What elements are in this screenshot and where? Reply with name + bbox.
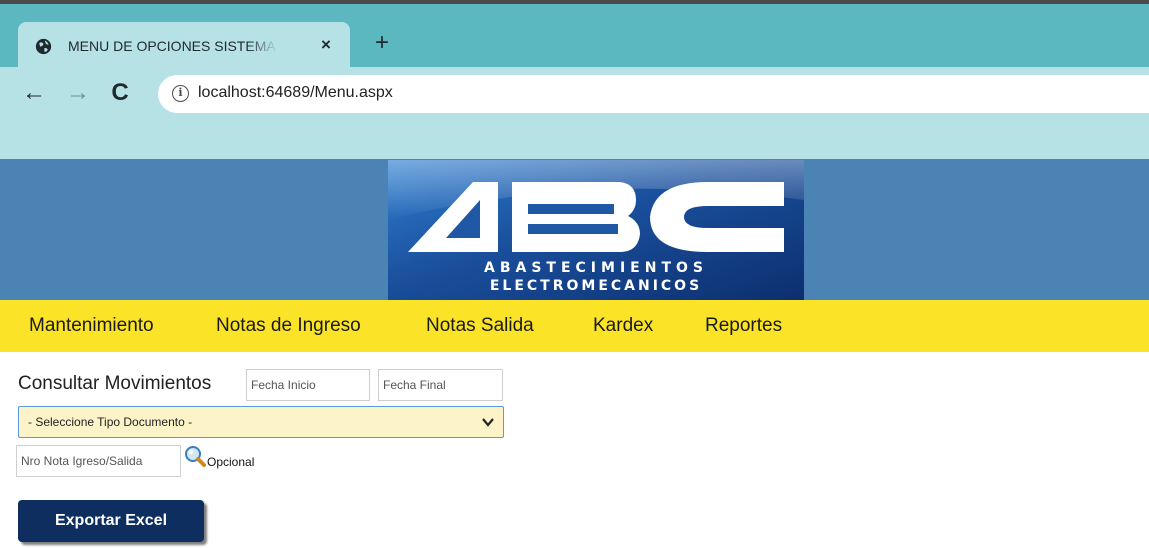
menu-item-reportes[interactable]: Reportes [705, 315, 782, 337]
browser-toolbar: ← → C i localhost:64689/Menu.aspx [0, 67, 1149, 159]
main-menu-bar: Mantenimiento Notas de Ingreso Notas Sal… [0, 300, 1149, 352]
close-icon[interactable]: × [316, 35, 336, 55]
menu-item-notas-ingreso[interactable]: Notas de Ingreso [216, 315, 361, 337]
back-arrow-icon[interactable]: ← [20, 79, 48, 107]
abc-logo: ABASTECIMIENTOS ELECTROMECANICOS [388, 160, 804, 300]
tab-title: MENU DE OPCIONES SISTEMA LUBRI [68, 38, 278, 54]
svg-text:ABASTECIMIENTOS: ABASTECIMIENTOS [484, 260, 708, 276]
url-text[interactable]: localhost:64689/Menu.aspx [198, 84, 393, 102]
browser-tab[interactable]: MENU DE OPCIONES SISTEMA LUBRI × [18, 22, 350, 71]
fecha-final-input[interactable] [378, 369, 503, 401]
search-icon[interactable] [184, 445, 206, 467]
globe-icon [35, 38, 52, 55]
opcional-label: Opcional [207, 455, 255, 469]
menu-item-mantenimiento[interactable]: Mantenimiento [29, 315, 154, 337]
plus-icon[interactable]: + [370, 31, 394, 55]
tipo-documento-select[interactable]: - Seleccione Tipo Documento - [18, 406, 504, 438]
forward-arrow-icon[interactable]: → [64, 79, 92, 107]
fecha-inicio-input[interactable] [246, 369, 370, 401]
svg-text:ELECTROMECANICOS: ELECTROMECANICOS [490, 278, 702, 294]
menu-item-notas-salida[interactable]: Notas Salida [426, 315, 534, 337]
info-icon[interactable]: i [172, 85, 189, 102]
reload-icon[interactable]: C [106, 79, 134, 107]
tipo-documento-selected: - Seleccione Tipo Documento - [28, 415, 193, 429]
form-title: Consultar Movimientos [18, 373, 212, 394]
browser-tabstrip: MENU DE OPCIONES SISTEMA LUBRI × + [0, 0, 1149, 71]
address-bar[interactable]: i localhost:64689/Menu.aspx [158, 75, 1149, 113]
nro-nota-input[interactable] [16, 445, 181, 477]
chevron-down-icon [482, 418, 494, 427]
menu-item-kardex[interactable]: Kardex [593, 315, 653, 337]
export-excel-button[interactable]: Exportar Excel [18, 500, 204, 542]
